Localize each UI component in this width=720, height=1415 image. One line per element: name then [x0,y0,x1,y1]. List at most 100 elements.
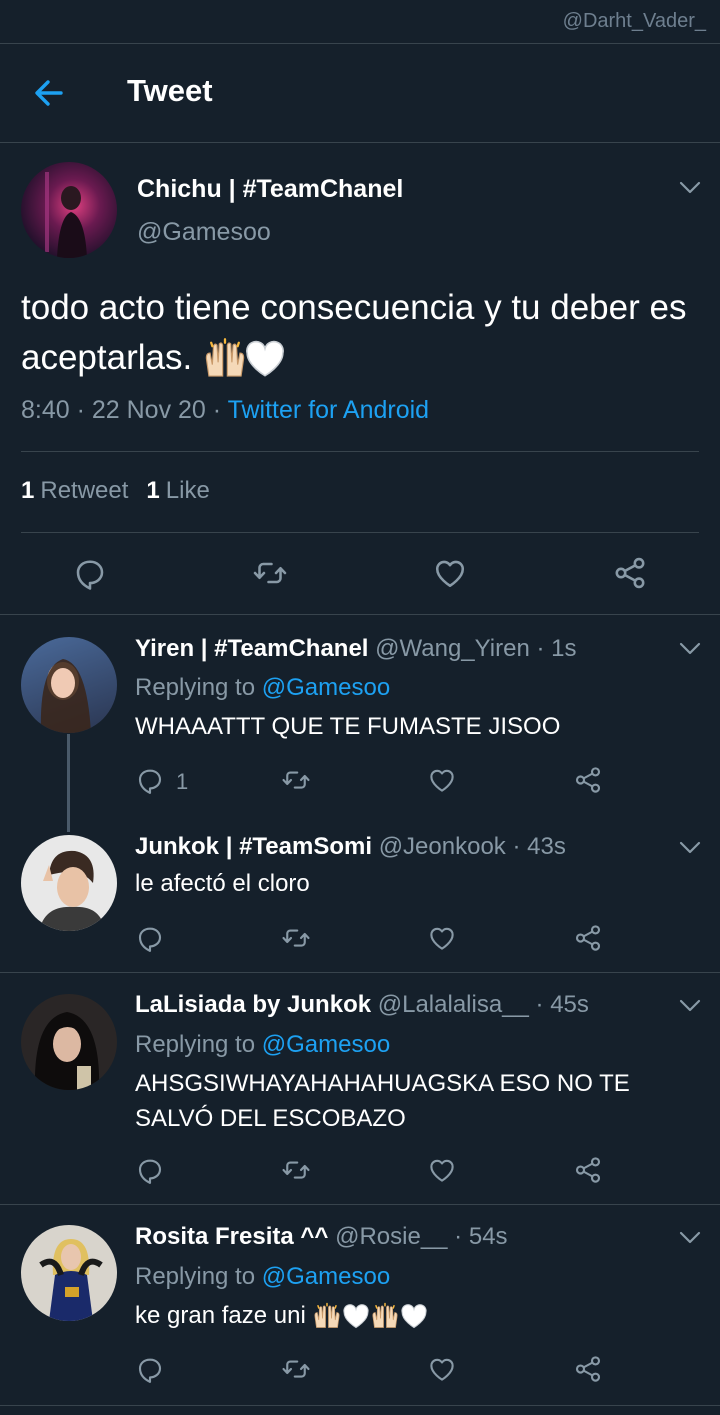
likes-stat[interactable]: 1 Like [146,477,209,504]
like-button[interactable] [427,1155,457,1185]
tweet-text-content: todo acto tiene consecuencia y tu deber … [21,288,687,377]
reply-button[interactable] [135,1155,165,1185]
heart-icon [432,555,468,591]
divider [0,142,720,143]
heart-icon [427,1354,457,1384]
replying-to-handle[interactable]: @Gamesoo [262,1031,390,1058]
avatar[interactable] [21,162,117,258]
reply-text: ke gran faze uni [135,1298,675,1333]
reply-header: Yiren | #TeamChanel @Wang_Yiren · 1s [135,635,576,663]
retweet-icon [281,1354,311,1384]
page-title: Tweet [127,73,213,108]
divider [0,1405,720,1406]
replying-to-handle[interactable]: @Gamesoo [262,674,390,701]
reply-meta: @Rosie__ · 54s [335,1223,508,1250]
avatar[interactable] [21,994,117,1090]
chevron-down-icon[interactable] [679,841,701,855]
share-button[interactable] [573,923,603,953]
divider [0,972,720,973]
divider [0,614,720,615]
watermark: @Darht_Vader_ [562,10,706,32]
replying-to-label: Replying to [135,674,262,701]
arrow-left-icon [35,80,63,106]
reply-button[interactable] [135,923,165,953]
tweet-source-link[interactable]: Twitter for Android [228,396,429,424]
avatar-image [34,1012,100,1090]
retweets-label: Retweet [40,477,129,504]
share-button[interactable] [573,1155,603,1185]
retweet-button[interactable] [281,1155,311,1185]
chevron-down-icon[interactable] [679,642,701,656]
like-button[interactable] [427,1354,457,1384]
author-name[interactable]: Rosita Fresita ^^ [135,1223,328,1250]
chevron-down-icon[interactable] [679,181,701,195]
like-button[interactable] [427,765,457,795]
reply-text: WHAAATTT QUE TE FUMASTE JISOO [135,713,561,740]
reply-button[interactable] [135,765,165,795]
share-icon [573,1354,603,1384]
tweet-meta: 8:40 · 22 Nov 20 · Twitter for Android [21,396,429,425]
retweet-icon [252,555,288,591]
reply-icon [135,923,165,953]
header-bar: Tweet [0,44,720,142]
author-name[interactable]: Junkok | #TeamSomi [135,833,372,860]
heart-icon [427,1155,457,1185]
heart-icon [427,765,457,795]
avatar-image [45,172,87,258]
share-button[interactable] [612,555,648,591]
share-icon [573,765,603,795]
reply-icon [135,765,165,795]
divider [21,532,699,533]
reply-header: Rosita Fresita ^^ @Rosie__ · 54s [135,1223,508,1251]
replying-to-handle[interactable]: @Gamesoo [262,1263,390,1290]
retweets-stat[interactable]: 1 Retweet [21,477,128,504]
thread-line [67,734,70,832]
reply-header: LaLisiada by Junkok @Lalalalisa__ · 45s [135,991,589,1019]
raising-hands-emoji [370,1302,400,1332]
avatar-image [40,659,91,733]
replying-to: Replying to @Gamesoo [135,1031,390,1059]
like-button[interactable] [427,923,457,953]
reply-button[interactable] [72,555,108,591]
likes-label: Like [165,477,210,504]
author-handle[interactable]: @Gamesoo [137,218,271,247]
retweet-button[interactable] [281,1354,311,1384]
avatar-image [39,1239,103,1321]
reply-meta: @Wang_Yiren · 1s [375,635,577,662]
reply-button[interactable] [135,1354,165,1384]
tweet-text: todo acto tiene consecuencia y tu deber … [21,283,701,383]
retweet-icon [281,1155,311,1185]
raising-hands-emoji [312,1302,342,1332]
avatar[interactable] [21,835,117,931]
retweet-button[interactable] [252,555,288,591]
reply-icon [135,1354,165,1384]
reply-icon [135,1155,165,1185]
author-name[interactable]: Yiren | #TeamChanel [135,635,368,662]
author-name[interactable]: LaLisiada by Junkok [135,991,371,1018]
reply-text-content: ke gran faze uni [135,1302,306,1329]
share-icon [573,923,603,953]
like-button[interactable] [432,555,468,591]
retweet-button[interactable] [281,765,311,795]
share-button[interactable] [573,765,603,795]
avatar[interactable] [21,1225,117,1321]
retweets-count: 1 [21,477,35,504]
white-heart-emoji [342,1303,370,1331]
avatar[interactable] [21,637,117,733]
reply-meta: @Lalalalisa__ · 45s [377,991,589,1018]
chevron-down-icon[interactable] [679,1231,701,1245]
replying-to: Replying to @Gamesoo [135,1263,390,1291]
retweet-button[interactable] [281,923,311,953]
chevron-down-icon[interactable] [679,999,701,1013]
divider [21,451,699,452]
reply-text: le afectó el cloro [135,870,310,897]
tweet-stats: 1 Retweet 1 Like [21,477,210,505]
share-button[interactable] [573,1354,603,1384]
replying-to-label: Replying to [135,1263,262,1290]
author-name[interactable]: Chichu | #TeamChanel [137,175,403,204]
heart-icon [427,923,457,953]
retweet-icon [281,765,311,795]
tweet-timestamp: 8:40 · 22 Nov 20 · [21,396,228,424]
back-button[interactable] [30,74,68,112]
avatar-image [39,850,105,931]
